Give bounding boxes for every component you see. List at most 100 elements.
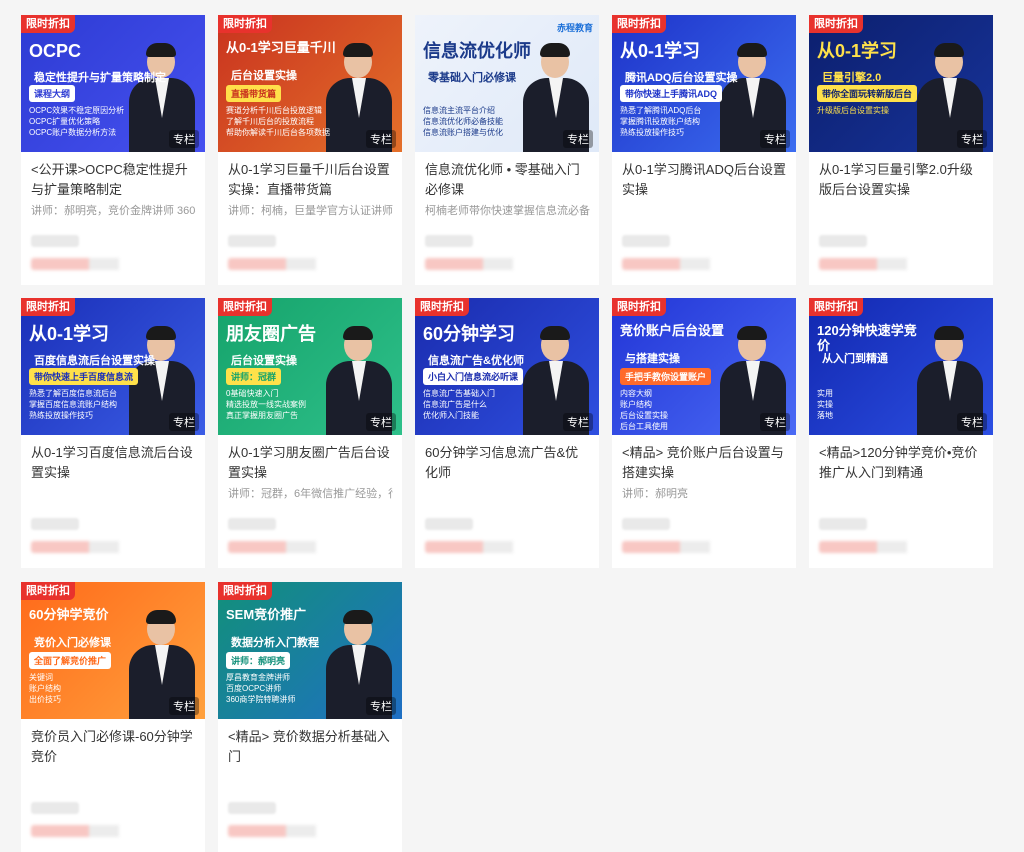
banner-outline-item: 百度OCPC讲师 (226, 684, 282, 693)
banner-outline-item: 信息流广告基础入门 (423, 389, 495, 398)
banner-outline: 厚昌教育金牌讲师 百度OCPC讲师 360商学院特聘讲师 (226, 672, 295, 705)
course-title[interactable]: 从0-1学习百度信息流后台设置实操 (31, 443, 196, 483)
blurred-price (622, 541, 710, 553)
banner-title: 从0-1学习 (620, 41, 701, 61)
course-thumbnail[interactable]: 限时折扣 从0-1学习巨量千川 后台设置实操 直播带货篇 赛道分析千川后台投放逻… (218, 15, 402, 152)
instructor-hair (343, 43, 373, 57)
course-thumbnail[interactable]: 限时折扣 从0-1学习 腾讯ADQ后台设置实操 带你快速上手腾讯ADQ 熟悉了解… (612, 15, 796, 152)
course-card[interactable]: 限时折扣 从0-1学习 腾讯ADQ后台设置实操 带你快速上手腾讯ADQ 熟悉了解… (612, 15, 796, 285)
course-title[interactable]: 从0-1学习朋友圈广告后台设置实操 (228, 443, 393, 483)
instructor-hair (737, 43, 767, 57)
course-card[interactable]: 限时折扣 SEM竞价推广 数据分析入门教程 讲师：郝明亮 厚昌教育金牌讲师 百度O… (218, 582, 402, 852)
column-tag: 专栏 (366, 413, 396, 431)
instructor-hair (934, 326, 964, 340)
course-title[interactable]: <精品> 竞价账户后台设置与搭建实操 (622, 443, 787, 483)
course-card[interactable]: 限时折扣 60分钟学竞价 竞价入门必修课 全面了解竞价推广 关键词 账户结构 出价技… (21, 582, 205, 852)
course-title[interactable]: 信息流优化师 • 零基础入门必修课 (425, 160, 590, 200)
discount-badge: 限时折扣 (809, 15, 863, 33)
blurred-price (228, 825, 316, 837)
banner-subtitle: 与搭建实操 (625, 353, 680, 365)
blurred-count (31, 518, 79, 530)
course-card[interactable]: 限时折扣 竞价账户后台设置 与搭建实操 手把手教你设置账户 内容大纲 账户结构 后台… (612, 298, 796, 568)
course-title[interactable]: 从0-1学习巨量引擎2.0升级版后台设置实操 (819, 160, 984, 200)
banner-subtitle: 后台设置实操 (231, 355, 297, 367)
banner-outline-item: OCPC效果不稳定原因分析 (29, 106, 125, 115)
column-tag: 专栏 (957, 413, 987, 431)
discount-badge: 限时折扣 (21, 298, 75, 316)
course-title[interactable]: 从0-1学习腾讯ADQ后台设置实操 (622, 160, 787, 200)
brand-logo: 赤程教育 (556, 23, 593, 33)
banner-outline-item: 熟练投放操作技巧 (620, 128, 684, 137)
column-tag: 专栏 (760, 130, 790, 148)
banner-outline-item: OCPC账户数据分析方法 (29, 128, 117, 137)
banner-subtitle: 从入门到精通 (822, 353, 888, 365)
banner-outline-item: 0基础快速入门 (226, 389, 279, 398)
banner-outline-item: OCPC扩量优化策略 (29, 117, 101, 126)
blurred-count (622, 235, 670, 247)
banner-chip: 课程大纲 (29, 85, 76, 102)
column-tag: 专栏 (169, 413, 199, 431)
course-thumbnail[interactable]: 限时折扣 从0-1学习 百度信息流后台设置实操 带你快速上手百度信息流 熟悉了解… (21, 298, 205, 435)
blurred-price (425, 258, 513, 270)
course-thumbnail[interactable]: 限时折扣 朋友圈广告 后台设置实操 讲师：冠群 0基础快速入门 精选投放一线实战案… (218, 298, 402, 435)
banner-outline-item: 了解千川后台的投放流程 (226, 117, 314, 126)
blurred-count (425, 518, 473, 530)
blurred-count (31, 235, 79, 247)
banner-outline-item: 厚昌教育金牌讲师 (226, 673, 290, 682)
course-title[interactable]: <精品>120分钟学竞价•竞价推广从入门到精通 (819, 443, 984, 483)
course-thumbnail[interactable]: 限时折扣 SEM竞价推广 数据分析入门教程 讲师：郝明亮 厚昌教育金牌讲师 百度O… (218, 582, 402, 719)
blurred-price (228, 258, 316, 270)
banner-outline-item: 实用 (817, 389, 833, 398)
course-thumbnail[interactable]: 限时折扣 60分钟学竞价 竞价入门必修课 全面了解竞价推广 关键词 账户结构 出价技… (21, 582, 205, 719)
course-card[interactable]: 限时折扣 从0-1学习 百度信息流后台设置实操 带你快速上手百度信息流 熟悉了解… (21, 298, 205, 568)
instructor-hair (540, 43, 570, 57)
banner-outline-item: 信息流优化师必备技能 (423, 117, 503, 126)
banner-outline: 关键词 账户结构 出价技巧 (29, 672, 61, 705)
course-thumbnail[interactable]: 限时折扣 60分钟学习 信息流广告&优化师 小白入门信息流必听课 信息流广告基础… (415, 298, 599, 435)
course-title[interactable]: 从0-1学习巨量千川后台设置实操：直播带货篇 (228, 160, 393, 200)
banner-chip: 带你全面玩转新版后台 (817, 85, 918, 102)
course-thumbnail[interactable]: 限时折扣 从0-1学习 巨量引擎2.0 带你全面玩转新版后台 升级版后台设置实操… (809, 15, 993, 152)
banner-outline-item: 账户结构 (29, 684, 61, 693)
course-thumbnail[interactable]: 赤程教育 信息流优化师 零基础入门必修课 信息流主流平台介绍 信息流优化师必备技能… (415, 15, 599, 152)
banner-outline-item: 掌握百度信息流账户结构 (29, 400, 117, 409)
banner-outline-item: 后台工具使用 (620, 422, 668, 431)
banner-subtitle: 竞价入门必修课 (34, 637, 111, 649)
course-card[interactable]: 限时折扣 从0-1学习巨量千川 后台设置实操 直播带货篇 赛道分析千川后台投放逻… (218, 15, 402, 285)
banner-outline-item: 信息流账户搭建与优化 (423, 128, 503, 137)
banner-chip: 直播带货篇 (226, 85, 282, 102)
discount-badge: 限时折扣 (218, 582, 272, 600)
banner-outline-item: 落地 (817, 411, 833, 420)
blurred-price (31, 258, 119, 270)
course-thumbnail[interactable]: 限时折扣 竞价账户后台设置 与搭建实操 手把手教你设置账户 内容大纲 账户结构 后台… (612, 298, 796, 435)
course-title[interactable]: <公开课>OCPC稳定性提升与扩量策略制定 (31, 160, 196, 200)
course-card[interactable]: 限时折扣 120分钟快速学竞价 从入门到精通 实用 实操 落地 专栏 <精品>120… (809, 298, 993, 568)
discount-badge: 限时折扣 (612, 15, 666, 33)
course-card[interactable]: 限时折扣 60分钟学习 信息流广告&优化师 小白入门信息流必听课 信息流广告基础… (415, 298, 599, 568)
course-thumbnail[interactable]: 限时折扣 120分钟快速学竞价 从入门到精通 实用 实操 落地 专栏 (809, 298, 993, 435)
blurred-count (31, 802, 79, 814)
blurred-count (228, 235, 276, 247)
banner-subtitle: 稳定性提升与扩量策略制定 (34, 72, 166, 84)
discount-badge: 限时折扣 (218, 15, 272, 33)
banner-outline: 升级版后台设置实操 (817, 105, 889, 116)
banner-outline-item: 信息流主流平台介绍 (423, 106, 495, 115)
course-title[interactable]: <精品> 竞价数据分析基础入门 (228, 727, 393, 767)
column-tag: 专栏 (760, 413, 790, 431)
banner-subtitle: 零基础入门必修课 (428, 72, 516, 84)
banner-outline-item: 出价技巧 (29, 695, 61, 704)
banner-outline-item: 内容大纲 (620, 389, 652, 398)
column-tag: 专栏 (366, 130, 396, 148)
banner-outline-item: 360商学院特聘讲师 (226, 695, 296, 704)
banner-title: 从0-1学习 (29, 324, 110, 344)
banner-chip: 全面了解竞价推广 (29, 652, 112, 669)
blurred-price (228, 541, 316, 553)
course-card[interactable]: 限时折扣 从0-1学习 巨量引擎2.0 带你全面玩转新版后台 升级版后台设置实操… (809, 15, 993, 285)
course-card[interactable]: 限时折扣 OCPC 稳定性提升与扩量策略制定 课程大纲 OCPC效果不稳定原因分… (21, 15, 205, 285)
course-card[interactable]: 赤程教育 信息流优化师 零基础入门必修课 信息流主流平台介绍 信息流优化师必备技能… (415, 15, 599, 285)
course-thumbnail[interactable]: 限时折扣 OCPC 稳定性提升与扩量策略制定 课程大纲 OCPC效果不稳定原因分… (21, 15, 205, 152)
course-instructor: 讲师：郝明亮 (622, 488, 688, 500)
course-card[interactable]: 限时折扣 朋友圈广告 后台设置实操 讲师：冠群 0基础快速入门 精选投放一线实战案… (218, 298, 402, 568)
course-title[interactable]: 60分钟学习信息流广告&优化师 (425, 443, 590, 483)
course-title[interactable]: 竞价员入门必修课-60分钟学竞价 (31, 727, 196, 767)
